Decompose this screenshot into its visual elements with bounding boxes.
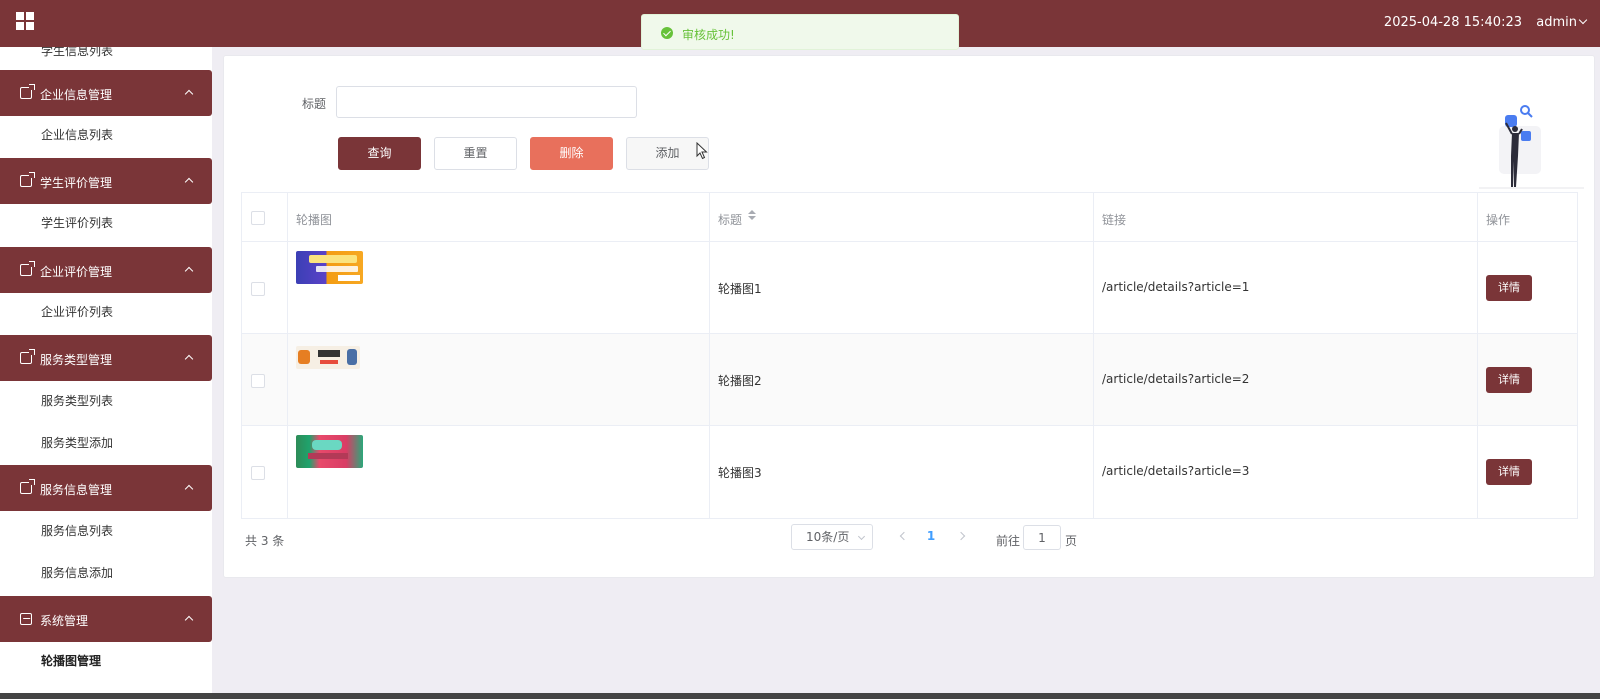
goto-page-input[interactable]	[1023, 525, 1061, 550]
table-header-row: 轮播图 标题 链接 操作	[242, 193, 1577, 242]
success-check-icon	[661, 27, 673, 39]
sidebar-item-service-info-add[interactable]: 服务信息添加	[0, 555, 212, 591]
row-checkbox[interactable]	[251, 466, 265, 480]
chevron-up-icon	[184, 484, 194, 494]
sidebar-group-service-info[interactable]: 服务信息管理	[0, 465, 212, 511]
chevron-up-icon	[184, 354, 194, 364]
sidebar-item-service-type-add[interactable]: 服务类型添加	[0, 425, 212, 461]
success-toast: 审核成功!	[641, 14, 959, 50]
chevron-up-icon	[184, 266, 194, 276]
sidebar-group-student-evaluation[interactable]: 学生评价管理	[0, 158, 212, 204]
column-header-link: 链接	[1102, 213, 1127, 227]
reset-button[interactable]: 重置	[434, 137, 517, 170]
row-link: /article/details?article=3	[1102, 464, 1250, 478]
table-row: 轮播图1 /article/details?article=1 详情	[242, 242, 1577, 334]
prev-page-icon[interactable]	[896, 530, 910, 544]
row-checkbox[interactable]	[251, 374, 265, 388]
carousel-thumbnail[interactable]	[296, 435, 363, 468]
chevron-up-icon	[184, 615, 194, 625]
user-menu[interactable]: admin	[1536, 15, 1588, 30]
detail-button[interactable]: 详情	[1486, 275, 1532, 301]
table-row: 轮播图3 /article/details?article=3 详情	[242, 426, 1577, 518]
image-icon	[20, 613, 32, 625]
carousel-thumbnail[interactable]	[296, 346, 360, 369]
content-card: 标题 查询 重置 删除 添加 轮播图 标题 链接 操作 轮播图1 /articl…	[223, 55, 1595, 578]
edit-box-icon	[20, 84, 35, 99]
detail-button[interactable]: 详情	[1486, 367, 1532, 393]
sidebar-item-carousel-management[interactable]: 轮播图管理	[0, 643, 212, 679]
sidebar-item-student-evaluation-list[interactable]: 学生评价列表	[0, 205, 212, 241]
chevron-up-icon	[184, 89, 194, 99]
sidebar-group-enterprise-info[interactable]: 企业信息管理	[0, 70, 212, 116]
sidebar-group-label: 系统管理	[40, 614, 89, 628]
page-size-value: 10条/页	[806, 530, 850, 544]
title-search-input[interactable]	[336, 86, 637, 118]
row-checkbox[interactable]	[251, 282, 265, 296]
edit-box-icon	[20, 172, 35, 187]
goto-suffix: 页	[1065, 534, 1078, 548]
chevron-down-icon	[857, 532, 866, 541]
goto-label: 前往	[996, 534, 1021, 548]
column-header-image: 轮播图	[296, 213, 333, 227]
sidebar-group-service-type[interactable]: 服务类型管理	[0, 335, 212, 381]
edit-box-icon	[20, 479, 35, 494]
apps-grid-icon[interactable]	[16, 12, 35, 31]
sidebar-item-student-info-list[interactable]: 学生信息列表	[0, 47, 212, 69]
edit-box-icon	[20, 349, 35, 364]
detail-button[interactable]: 详情	[1486, 459, 1532, 485]
sidebar-group-label: 企业信息管理	[40, 88, 113, 102]
bottom-bar	[0, 693, 1600, 699]
page-number-current[interactable]: 1	[924, 529, 938, 543]
column-header-title: 标题	[718, 213, 743, 227]
title-filter-label: 标题	[302, 97, 327, 111]
sidebar-item-service-info-list[interactable]: 服务信息列表	[0, 513, 212, 549]
row-title: 轮播图3	[718, 466, 762, 480]
search-illustration-icon	[1479, 105, 1584, 189]
row-link: /article/details?article=2	[1102, 372, 1250, 386]
row-title: 轮播图1	[718, 282, 762, 296]
edit-box-icon	[20, 261, 35, 276]
sidebar: 学生信息列表 企业信息管理 企业信息列表 学生评价管理 学生评价列表 企业评价管…	[0, 47, 212, 693]
page-size-select[interactable]: 10条/页	[791, 524, 873, 550]
sort-caret-icon[interactable]	[748, 210, 756, 222]
sidebar-group-label: 学生评价管理	[40, 176, 113, 190]
next-page-icon[interactable]	[956, 530, 970, 544]
sidebar-group-enterprise-evaluation[interactable]: 企业评价管理	[0, 247, 212, 293]
chevron-down-icon	[1578, 15, 1588, 25]
query-button[interactable]: 查询	[338, 137, 421, 170]
sidebar-item-enterprise-evaluation-list[interactable]: 企业评价列表	[0, 294, 212, 330]
user-name: admin	[1536, 15, 1577, 30]
sidebar-item-service-type-list[interactable]: 服务类型列表	[0, 383, 212, 419]
row-link: /article/details?article=1	[1102, 280, 1250, 294]
sidebar-group-label: 企业评价管理	[40, 265, 113, 279]
select-all-checkbox[interactable]	[251, 211, 265, 225]
toast-message: 审核成功!	[682, 28, 735, 42]
chevron-up-icon	[184, 177, 194, 187]
sidebar-group-system[interactable]: 系统管理	[0, 596, 212, 642]
row-title: 轮播图2	[718, 374, 762, 388]
carousel-table: 轮播图 标题 链接 操作 轮播图1 /article/details?artic…	[241, 192, 1578, 519]
mouse-cursor-icon	[696, 142, 708, 160]
column-header-action: 操作	[1486, 213, 1511, 227]
pagination-total: 共 3 条	[245, 534, 285, 548]
header-datetime: 2025-04-28 15:40:23	[1383, 15, 1522, 30]
sidebar-item-enterprise-info-list[interactable]: 企业信息列表	[0, 117, 212, 153]
table-row: 轮播图2 /article/details?article=2 详情	[242, 334, 1577, 426]
sidebar-group-label: 服务信息管理	[40, 483, 113, 497]
sidebar-group-label: 服务类型管理	[40, 353, 113, 367]
delete-button[interactable]: 删除	[530, 137, 613, 170]
carousel-thumbnail[interactable]	[296, 251, 363, 284]
